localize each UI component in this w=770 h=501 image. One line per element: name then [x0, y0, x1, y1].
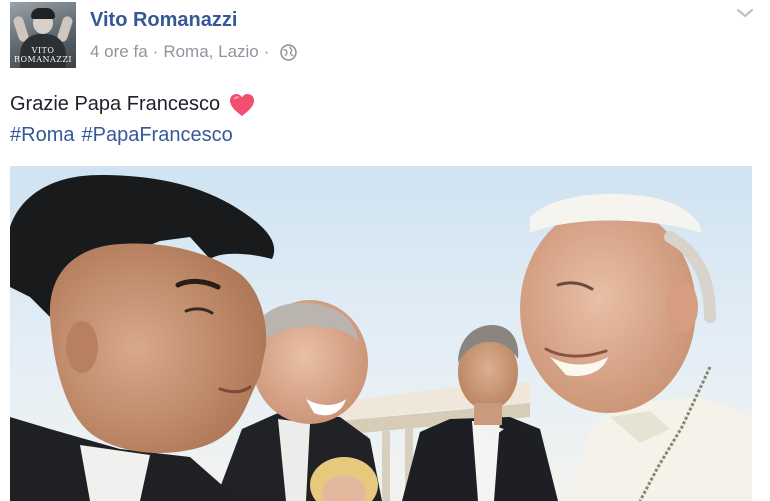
post-text: Grazie Papa Francesco #Roma #PapaFrancesc…: [10, 89, 256, 151]
author-name-link[interactable]: Vito Romanazzi: [90, 9, 237, 32]
hashtag-link-papafrancesco[interactable]: #PapaFrancesco: [81, 124, 232, 146]
meta-separator: ·: [263, 42, 270, 61]
post-photo-image: [10, 167, 752, 501]
post-location-link[interactable]: Roma, Lazio: [163, 42, 258, 62]
post-message: Grazie Papa Francesco: [10, 93, 221, 115]
post-meta: 4 ore fa · Roma, Lazio ·: [90, 42, 298, 62]
post-header: VITO ROMANAZZI Vito Romanazzi 4 ore fa ·…: [10, 2, 760, 68]
hashtag-link-roma[interactable]: #Roma: [10, 124, 74, 146]
post-photo[interactable]: [10, 166, 752, 501]
hashtag-list: #Roma #PapaFrancesco: [10, 120, 256, 151]
meta-separator: ·: [152, 42, 159, 61]
post-text-line: Grazie Papa Francesco: [10, 89, 256, 120]
avatar[interactable]: VITO ROMANAZZI: [10, 2, 76, 68]
avatar-signature: VITO ROMANAZZI: [13, 46, 73, 64]
globe-icon[interactable]: [280, 43, 298, 61]
avatar-hair: [31, 8, 55, 19]
chevron-down-icon[interactable]: [736, 6, 754, 20]
post-time-link[interactable]: 4 ore fa: [90, 42, 148, 62]
heart-icon: [230, 93, 255, 116]
